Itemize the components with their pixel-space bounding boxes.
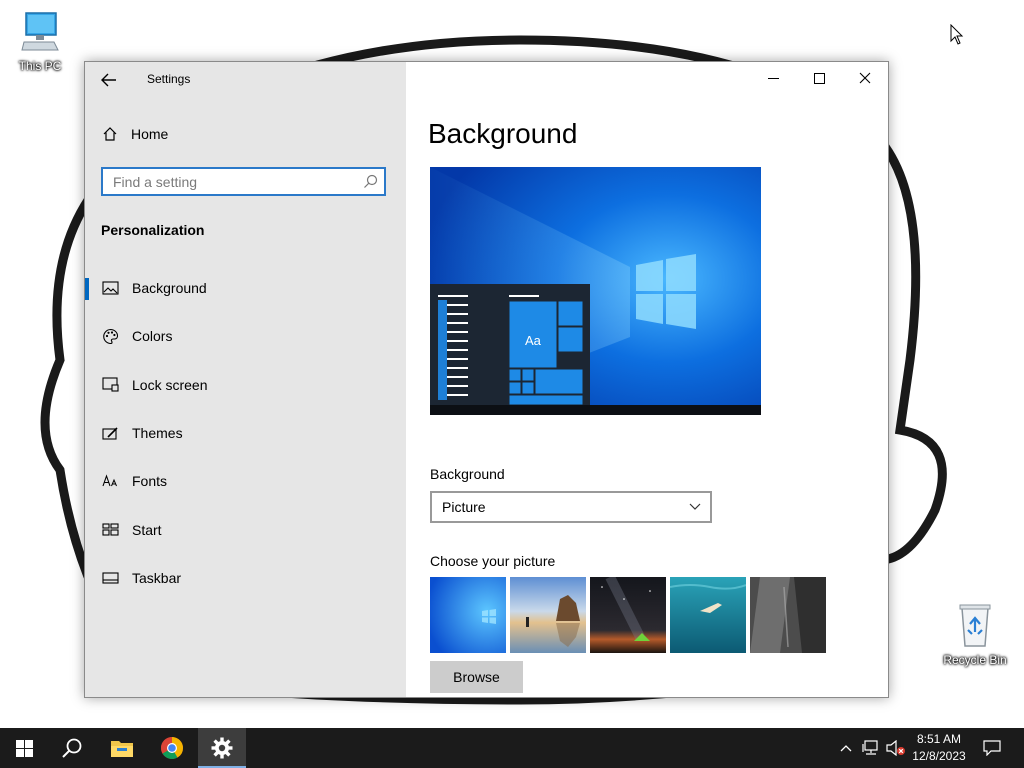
recycle-bin-desktop-icon[interactable]: Recycle Bin — [940, 602, 1010, 667]
themes-icon — [101, 426, 119, 441]
chrome-icon — [161, 737, 183, 759]
clock-date: 12/8/2023 — [912, 749, 966, 763]
picture-thumbnails — [430, 577, 826, 653]
windows-start-icon — [15, 739, 33, 757]
nav-label-themes: Themes — [132, 425, 183, 442]
notifications-button[interactable] — [972, 728, 1012, 768]
volume-button[interactable] — [884, 728, 908, 768]
personalization-nav: Background Colors Lock screen Themes Fon… — [85, 264, 406, 602]
nav-item-taskbar[interactable]: Taskbar — [85, 554, 406, 602]
clock-time: 8:51 AM — [916, 732, 962, 746]
window-title: Settings — [147, 72, 191, 86]
find-setting-input[interactable] — [103, 169, 353, 194]
nav-label-background: Background — [132, 280, 207, 297]
taskbar: 8:51 AM 12/8/2023 — [0, 728, 1024, 768]
taskbar-icon — [101, 572, 119, 584]
choose-picture-label: Choose your picture — [430, 553, 556, 569]
nav-label-start: Start — [132, 521, 162, 538]
background-type-dropdown[interactable]: Picture — [430, 491, 712, 523]
recycle-bin-label: Recycle Bin — [943, 653, 1007, 667]
picture-icon — [101, 281, 119, 295]
computer-icon — [21, 12, 59, 51]
chevron-up-icon — [840, 745, 852, 752]
thumbnail-rock-cliff[interactable] — [750, 577, 826, 653]
start-icon — [101, 523, 119, 536]
background-type-value: Picture — [442, 499, 486, 515]
nav-item-background[interactable]: Background — [85, 264, 406, 312]
thumbnail-night-sky-tent[interactable] — [590, 577, 666, 653]
nav-item-lock-screen[interactable]: Lock screen — [85, 361, 406, 409]
maximize-button[interactable] — [796, 62, 842, 94]
file-explorer-button[interactable] — [98, 728, 146, 768]
lock-screen-icon — [101, 377, 119, 392]
minimize-button[interactable] — [750, 62, 796, 94]
background-preview: Aa — [430, 167, 761, 415]
nav-label-lock-screen: Lock screen — [132, 376, 208, 393]
gear-icon — [211, 737, 233, 759]
close-icon — [859, 72, 871, 84]
chevron-down-icon — [689, 503, 701, 510]
thumbnail-windows-blue[interactable] — [430, 577, 506, 653]
thumbnail-underwater-swimmer[interactable] — [670, 577, 746, 653]
show-hidden-icons-button[interactable] — [834, 728, 858, 768]
background-label: Background — [430, 466, 505, 482]
settings-content: Background Aa Background Picture Choose … — [406, 62, 888, 697]
window-controls — [750, 62, 888, 94]
search-box[interactable] — [101, 167, 386, 196]
section-title: Personalization — [101, 222, 205, 238]
start-button[interactable] — [0, 728, 48, 768]
preview-tile-text: Aa — [525, 333, 542, 348]
settings-window: Settings Home Personalization Background — [84, 61, 889, 698]
folder-icon — [111, 741, 133, 757]
nav-item-colors[interactable]: Colors — [85, 312, 406, 360]
search-icon — [62, 738, 82, 758]
minimize-icon — [767, 77, 779, 79]
home-icon — [101, 126, 119, 142]
maximize-icon — [813, 72, 825, 84]
nav-item-start[interactable]: Start — [85, 505, 406, 553]
mouse-cursor-icon — [950, 24, 964, 45]
back-button[interactable] — [97, 68, 121, 92]
nav-label-taskbar: Taskbar — [132, 569, 182, 586]
recycle-bin-icon — [959, 604, 991, 647]
home-link[interactable]: Home — [101, 126, 168, 142]
settings-taskbar-button[interactable] — [198, 728, 246, 768]
nav-item-themes[interactable]: Themes — [85, 409, 406, 457]
palette-icon — [101, 328, 119, 345]
taskbar-clock[interactable]: 8:51 AM 12/8/2023 — [908, 731, 970, 765]
network-icon — [862, 740, 878, 755]
volume-muted-icon — [886, 740, 905, 756]
home-label: Home — [131, 126, 169, 142]
taskbar-search-button[interactable] — [48, 728, 96, 768]
page-title: Background — [428, 118, 578, 149]
thumbnail-beach-rocks[interactable] — [510, 577, 586, 653]
notification-icon — [983, 740, 1001, 756]
browse-button[interactable]: Browse — [430, 661, 523, 693]
this-pc-desktop-icon[interactable]: This PC — [5, 10, 75, 73]
chrome-button[interactable] — [148, 728, 196, 768]
back-arrow-icon — [101, 73, 116, 87]
network-button[interactable] — [858, 728, 884, 768]
nav-label-fonts: Fonts — [132, 473, 168, 490]
settings-sidebar: Settings Home Personalization Background — [85, 62, 406, 697]
search-icon — [364, 174, 378, 188]
close-button[interactable] — [842, 62, 888, 94]
this-pc-label: This PC — [18, 59, 62, 73]
fonts-icon — [101, 474, 119, 488]
nav-item-fonts[interactable]: Fonts — [85, 457, 406, 505]
nav-label-colors: Colors — [132, 328, 173, 345]
title-bar: Settings — [85, 62, 406, 96]
